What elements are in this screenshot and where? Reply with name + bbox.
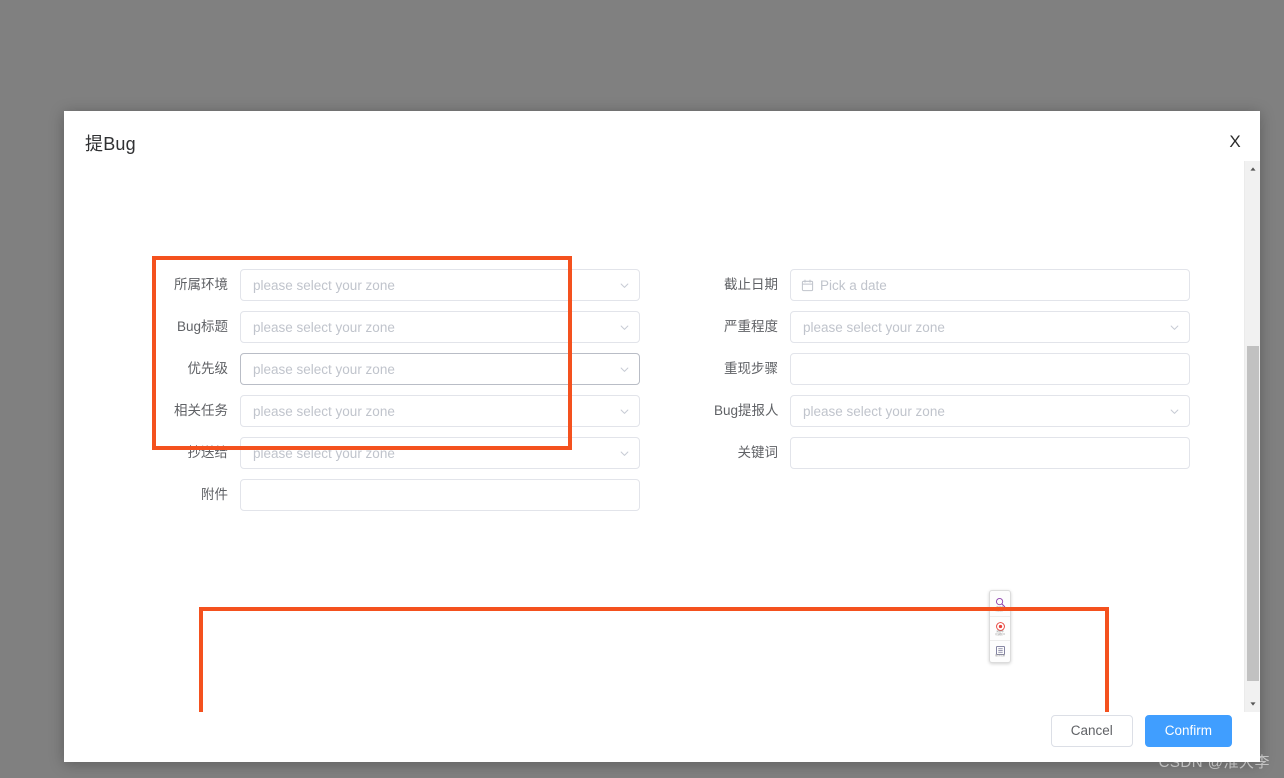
mini-toolbar-item-log[interactable]: 操作记录 bbox=[990, 641, 1010, 660]
label-reporter: Bug提报人 bbox=[714, 403, 779, 418]
select-priority[interactable]: please select your zone bbox=[240, 353, 640, 385]
select-related-task-placeholder: please select your zone bbox=[253, 403, 395, 419]
form-row-related-task: 相关任务 please select your zone bbox=[164, 395, 640, 427]
form-row-attachment: 附件 bbox=[164, 479, 640, 511]
label-repro-steps: 重现步骤 bbox=[724, 361, 778, 376]
modal-overlay: 提Bug X 所属环境 please select your zone Bug标… bbox=[0, 0, 1284, 778]
select-bug-title[interactable]: please select your zone bbox=[240, 311, 640, 343]
select-cc[interactable]: please select your zone bbox=[240, 437, 640, 469]
label-due-date: 截止日期 bbox=[724, 277, 778, 292]
datepicker-due-date[interactable]: Pick a date bbox=[790, 269, 1190, 301]
form-row-keywords: 关键词 bbox=[714, 437, 1190, 469]
close-icon[interactable]: X bbox=[1224, 131, 1246, 153]
label-related-task: 相关任务 bbox=[174, 403, 228, 418]
datepicker-due-date-placeholder: Pick a date bbox=[820, 277, 887, 293]
select-environment-placeholder: please select your zone bbox=[253, 277, 395, 293]
form-row-priority: 优先级 please select your zone bbox=[164, 353, 640, 385]
recorder-mini-toolbar[interactable]: 缩放中 已录制 0 录制中 已录制 0 操作记录 bbox=[989, 590, 1011, 664]
mini-toolbar-item-zoom[interactable]: 缩放中 已录制 0 bbox=[990, 593, 1010, 617]
watermark: CSDN @淮大李 bbox=[1158, 754, 1270, 771]
input-repro-steps[interactable] bbox=[790, 353, 1190, 385]
form-row-due-date: 截止日期 Pick a date bbox=[714, 269, 1190, 301]
chevron-down-icon bbox=[620, 449, 629, 458]
input-attachment[interactable] bbox=[240, 479, 640, 511]
form-row-repro-steps: 重现步骤 bbox=[714, 353, 1190, 385]
chevron-down-icon bbox=[620, 407, 629, 416]
label-keywords: 关键词 bbox=[737, 445, 779, 460]
dialog-body: 所属环境 please select your zone Bug标题 pleas… bbox=[64, 161, 1260, 712]
chevron-down-icon bbox=[1170, 323, 1179, 332]
mini-toolbar-item-record[interactable]: 录制中 已录制 0 bbox=[990, 617, 1010, 641]
dialog-footer: Cancel Confirm bbox=[64, 700, 1260, 762]
select-severity-placeholder: please select your zone bbox=[803, 319, 945, 335]
record-dot-icon bbox=[995, 619, 1006, 631]
scroll-up-arrow-icon[interactable] bbox=[1245, 161, 1260, 177]
confirm-button[interactable]: Confirm bbox=[1144, 715, 1232, 747]
select-severity[interactable]: please select your zone bbox=[790, 311, 1190, 343]
chevron-down-icon bbox=[620, 281, 629, 290]
dialog-title: 提Bug bbox=[85, 134, 136, 154]
submit-bug-dialog: 提Bug X 所属环境 please select your zone Bug标… bbox=[64, 111, 1260, 762]
chevron-down-icon bbox=[620, 323, 629, 332]
label-bug-title: Bug标题 bbox=[176, 319, 228, 334]
select-reporter-placeholder: please select your zone bbox=[803, 403, 945, 419]
select-cc-placeholder: please select your zone bbox=[253, 445, 395, 461]
chevron-down-icon bbox=[620, 365, 629, 374]
select-bug-title-placeholder: please select your zone bbox=[253, 319, 395, 335]
input-keywords[interactable] bbox=[790, 437, 1190, 469]
mini-toolbar-item-record-line2: 已录制 0 bbox=[995, 633, 1005, 637]
form-row-cc: 抄送给 please select your zone bbox=[164, 437, 640, 469]
label-attachment: 附件 bbox=[201, 487, 228, 502]
form-row-bug-title: Bug标题 please select your zone bbox=[164, 311, 640, 343]
select-reporter[interactable]: please select your zone bbox=[790, 395, 1190, 427]
form-row-environment: 所属环境 please select your zone bbox=[164, 269, 640, 301]
scrollbar-thumb[interactable] bbox=[1247, 346, 1259, 681]
select-priority-placeholder: please select your zone bbox=[253, 361, 395, 377]
label-cc: 抄送给 bbox=[187, 445, 229, 460]
dialog-scrollbar[interactable] bbox=[1244, 161, 1260, 712]
scroll-down-arrow-icon[interactable] bbox=[1245, 696, 1260, 712]
label-environment: 所属环境 bbox=[174, 277, 228, 292]
magnifier-icon bbox=[995, 595, 1006, 608]
mini-toolbar-item-zoom-line2: 已录制 0 bbox=[995, 609, 1005, 613]
cancel-button[interactable]: Cancel bbox=[1050, 715, 1133, 747]
form-row-reporter: Bug提报人 please select your zone bbox=[714, 395, 1190, 427]
list-icon bbox=[995, 643, 1006, 655]
calendar-icon bbox=[801, 279, 814, 292]
mini-toolbar-item-log-line1: 操作记录 bbox=[995, 653, 1005, 657]
chevron-down-icon bbox=[1170, 407, 1179, 416]
label-severity: 严重程度 bbox=[724, 319, 778, 334]
select-environment[interactable]: please select your zone bbox=[240, 269, 640, 301]
form-row-severity: 严重程度 please select your zone bbox=[714, 311, 1190, 343]
select-related-task[interactable]: please select your zone bbox=[240, 395, 640, 427]
label-priority: 优先级 bbox=[187, 361, 229, 376]
